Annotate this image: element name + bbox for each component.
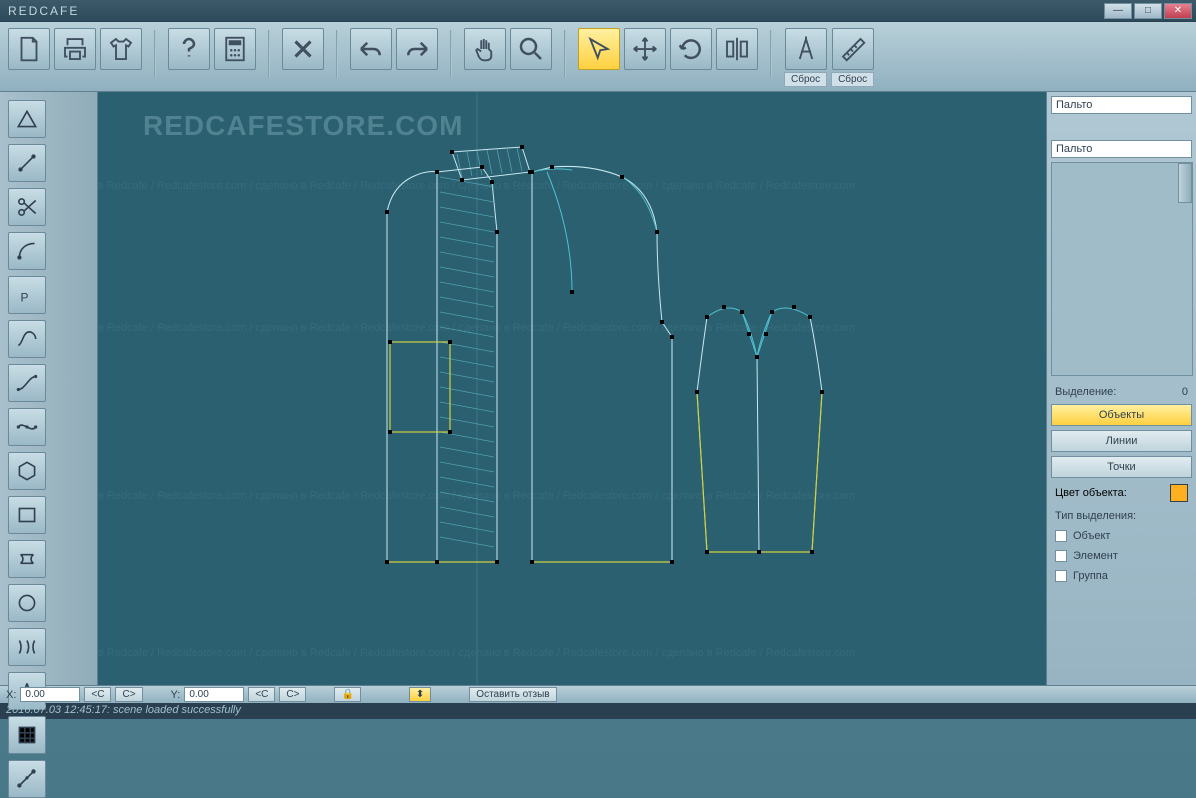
circle-tool[interactable] — [8, 584, 46, 622]
selection-type-label: Тип выделения: — [1055, 510, 1136, 522]
titlebar: REDCAFE — □ ✕ — [0, 0, 1196, 22]
ruler-button[interactable] — [832, 28, 874, 70]
scissors-tool[interactable] — [8, 188, 46, 226]
line-tool[interactable] — [8, 144, 46, 182]
maximize-button[interactable]: □ — [1134, 3, 1162, 19]
x-c-right[interactable]: C> — [115, 687, 142, 702]
check-group[interactable] — [1055, 570, 1067, 582]
close-button[interactable]: ✕ — [1164, 3, 1192, 19]
scrollbar-thumb[interactable] — [1178, 163, 1192, 203]
check-group-label: Группа — [1073, 570, 1108, 582]
point-tool[interactable]: P — [8, 276, 46, 314]
main-toolbar: Сброс Сброс — [0, 22, 1196, 92]
delete-button[interactable] — [282, 28, 324, 70]
lines-button[interactable]: Линии — [1051, 430, 1192, 452]
select-button[interactable] — [578, 28, 620, 70]
undo-button[interactable] — [350, 28, 392, 70]
arc-tool[interactable] — [8, 232, 46, 270]
points-button[interactable]: Точки — [1051, 456, 1192, 478]
move-button[interactable] — [624, 28, 666, 70]
zoom-button[interactable] — [510, 28, 552, 70]
print-button[interactable] — [54, 28, 96, 70]
calculator-button[interactable] — [214, 28, 256, 70]
selection-label: Выделение: — [1055, 386, 1116, 398]
check-object[interactable] — [1055, 530, 1067, 542]
lock-button[interactable]: 🔒 — [334, 687, 360, 702]
log-text: 2016.07.03 12:45:17: scene loaded succes… — [6, 704, 241, 716]
canvas[interactable]: REDCAFESTORE.COM в Redcafe / Redcafestor… — [98, 92, 1046, 685]
x-label: X: — [6, 689, 16, 701]
x-value[interactable]: 0.00 — [20, 687, 80, 702]
check-element[interactable] — [1055, 550, 1067, 562]
status-bar: X: 0.00 <C C> Y: 0.00 <C C> 🔒 ⬍ Оставить… — [0, 685, 1196, 703]
color-swatch[interactable] — [1170, 484, 1188, 502]
reset-label-1[interactable]: Сброс — [784, 72, 827, 87]
shape-tool[interactable] — [8, 452, 46, 490]
curve-tool[interactable] — [8, 320, 46, 358]
spline-tool[interactable] — [8, 408, 46, 446]
redo-button[interactable] — [396, 28, 438, 70]
new-file-button[interactable] — [8, 28, 50, 70]
object-color-label: Цвет объекта: — [1055, 487, 1127, 499]
window-title: REDCAFE — [4, 4, 1104, 18]
y-label: Y: — [171, 689, 181, 701]
object-list[interactable] — [1051, 162, 1193, 376]
reset-label-2[interactable]: Сброс — [831, 72, 874, 87]
rotate-button[interactable] — [670, 28, 712, 70]
selection-count: 0 — [1182, 386, 1188, 398]
y-c-left[interactable]: <C — [248, 687, 275, 702]
axis-button[interactable]: ⬍ — [409, 687, 431, 702]
garment-button[interactable] — [100, 28, 142, 70]
pattern-drawing — [98, 92, 1046, 685]
polygon-tool[interactable] — [8, 540, 46, 578]
y-c-right[interactable]: C> — [279, 687, 306, 702]
object-name-field-2[interactable]: Пальто — [1051, 140, 1192, 158]
side-toolbar: P — [0, 92, 98, 685]
feedback-button[interactable]: Оставить отзыв — [469, 687, 556, 702]
pattern-tool[interactable] — [8, 628, 46, 666]
grid-tool[interactable] — [8, 716, 46, 754]
object-name-field-1[interactable]: Пальто — [1051, 96, 1192, 114]
compass-button[interactable] — [785, 28, 827, 70]
mirror-button[interactable] — [716, 28, 758, 70]
help-button[interactable] — [168, 28, 210, 70]
log-bar: 2016.07.03 12:45:17: scene loaded succes… — [0, 703, 1196, 719]
bezier-tool[interactable] — [8, 364, 46, 402]
objects-button[interactable]: Объекты — [1051, 404, 1192, 426]
check-element-label: Элемент — [1073, 550, 1118, 562]
svg-text:P: P — [21, 291, 29, 305]
path-tool[interactable] — [8, 760, 46, 798]
check-object-label: Объект — [1073, 530, 1110, 542]
rectangle-tool[interactable] — [8, 496, 46, 534]
right-panel: Пальто Пальто Выделение: 0 Объекты Линии… — [1046, 92, 1196, 685]
minimize-button[interactable]: — — [1104, 3, 1132, 19]
pan-button[interactable] — [464, 28, 506, 70]
y-value[interactable]: 0.00 — [184, 687, 244, 702]
x-c-left[interactable]: <C — [84, 687, 111, 702]
triangle-tool[interactable] — [8, 100, 46, 138]
